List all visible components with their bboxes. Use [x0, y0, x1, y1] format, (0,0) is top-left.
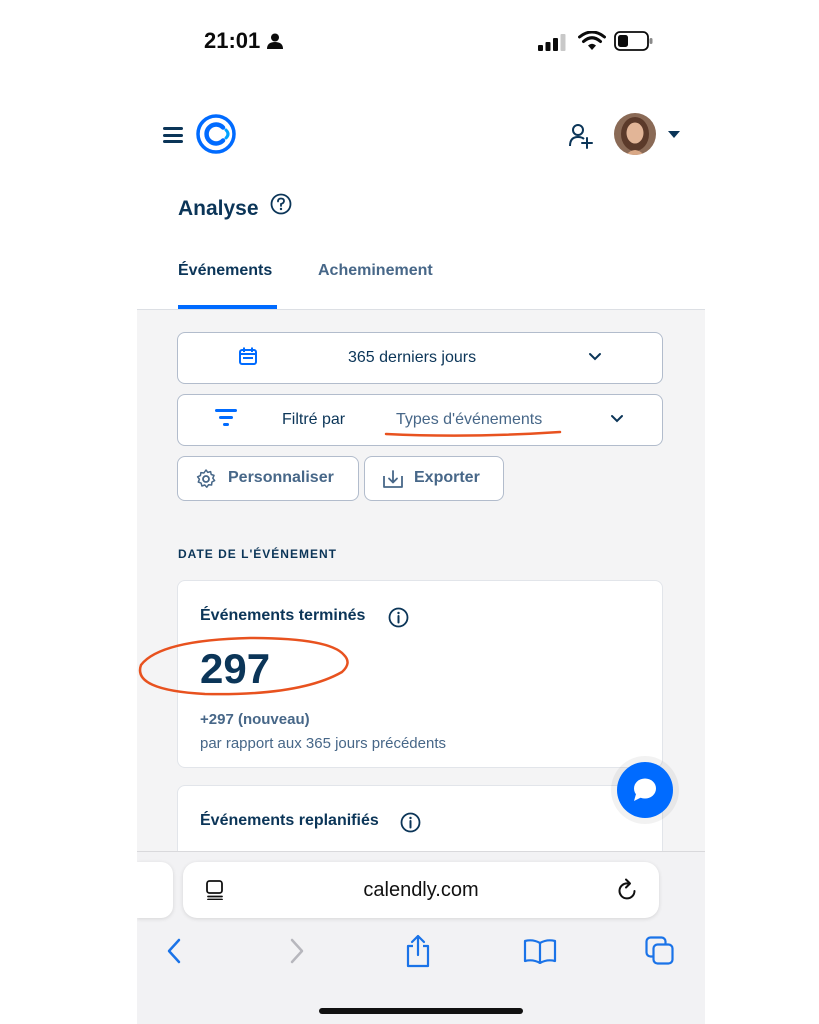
add-user-icon[interactable] — [568, 123, 594, 149]
info-icon[interactable] — [388, 607, 409, 628]
tab-acheminement[interactable]: Acheminement — [318, 262, 433, 280]
person-icon — [267, 33, 283, 49]
home-indicator — [319, 1008, 523, 1014]
wifi-icon — [578, 31, 606, 50]
status-time: 21:01 — [204, 28, 261, 53]
event-type-filter[interactable]: Filtré par Types d'événements — [177, 394, 663, 446]
section-heading: DATE DE L'ÉVÉNEMENT — [178, 547, 337, 561]
chat-button[interactable] — [617, 762, 673, 818]
chat-icon — [634, 778, 656, 801]
gear-icon — [196, 469, 216, 488]
filter-value: Types d'événements — [396, 411, 543, 428]
export-label: Exporter — [414, 469, 480, 486]
calendly-logo-icon[interactable] — [196, 114, 236, 154]
menu-icon[interactable] — [163, 127, 183, 143]
address-bar[interactable]: calendly.com — [183, 862, 659, 918]
reload-icon[interactable] — [617, 878, 639, 902]
url-text: calendly.com — [363, 879, 479, 901]
comparison-text: par rapport aux 365 jours précédents — [200, 735, 446, 752]
back-icon[interactable] — [165, 937, 183, 965]
tabs-icon[interactable] — [645, 936, 675, 966]
account-menu-caret-icon[interactable] — [668, 131, 680, 138]
active-tab-indicator — [178, 305, 277, 309]
share-icon[interactable] — [404, 934, 432, 968]
browser-toolbar: calendly.com — [137, 851, 705, 1024]
tab-evenements[interactable]: Événements — [178, 262, 272, 280]
avatar-image — [614, 113, 656, 155]
cellular-signal-icon — [538, 34, 566, 51]
chevron-down-icon — [589, 353, 601, 361]
tab-divider — [137, 309, 705, 310]
completed-events-card: Événements terminés 297 +297 (nouveau) p… — [177, 580, 663, 768]
card-title: Événements replanifiés — [200, 812, 379, 829]
page-title: Analyse — [178, 197, 259, 220]
date-range-select[interactable]: 365 derniers jours — [177, 332, 663, 384]
bookmarks-icon[interactable] — [523, 938, 557, 964]
forward-icon[interactable] — [288, 937, 306, 965]
completed-events-count: 297 — [200, 645, 271, 692]
customize-label: Personnaliser — [228, 469, 334, 486]
export-button[interactable]: Exporter — [364, 456, 504, 501]
info-icon[interactable] — [400, 812, 421, 833]
customize-button[interactable]: Personnaliser — [177, 456, 359, 501]
help-icon[interactable] — [270, 193, 292, 215]
card-title: Événements terminés — [200, 607, 366, 624]
calendar-icon — [239, 347, 257, 365]
filter-icon — [215, 409, 237, 426]
filter-label: Filtré par — [282, 411, 346, 428]
previous-tab-preview[interactable] — [137, 862, 173, 918]
phone-screen: 21:01 Analyse Événements Acheminement 36… — [137, 0, 705, 1024]
completed-events-delta: +297 (nouveau) — [200, 711, 310, 728]
chevron-down-icon — [611, 415, 623, 423]
battery-icon — [614, 31, 653, 51]
date-range-value: 365 derniers jours — [348, 349, 477, 366]
avatar[interactable] — [614, 113, 656, 155]
download-icon — [383, 470, 403, 488]
